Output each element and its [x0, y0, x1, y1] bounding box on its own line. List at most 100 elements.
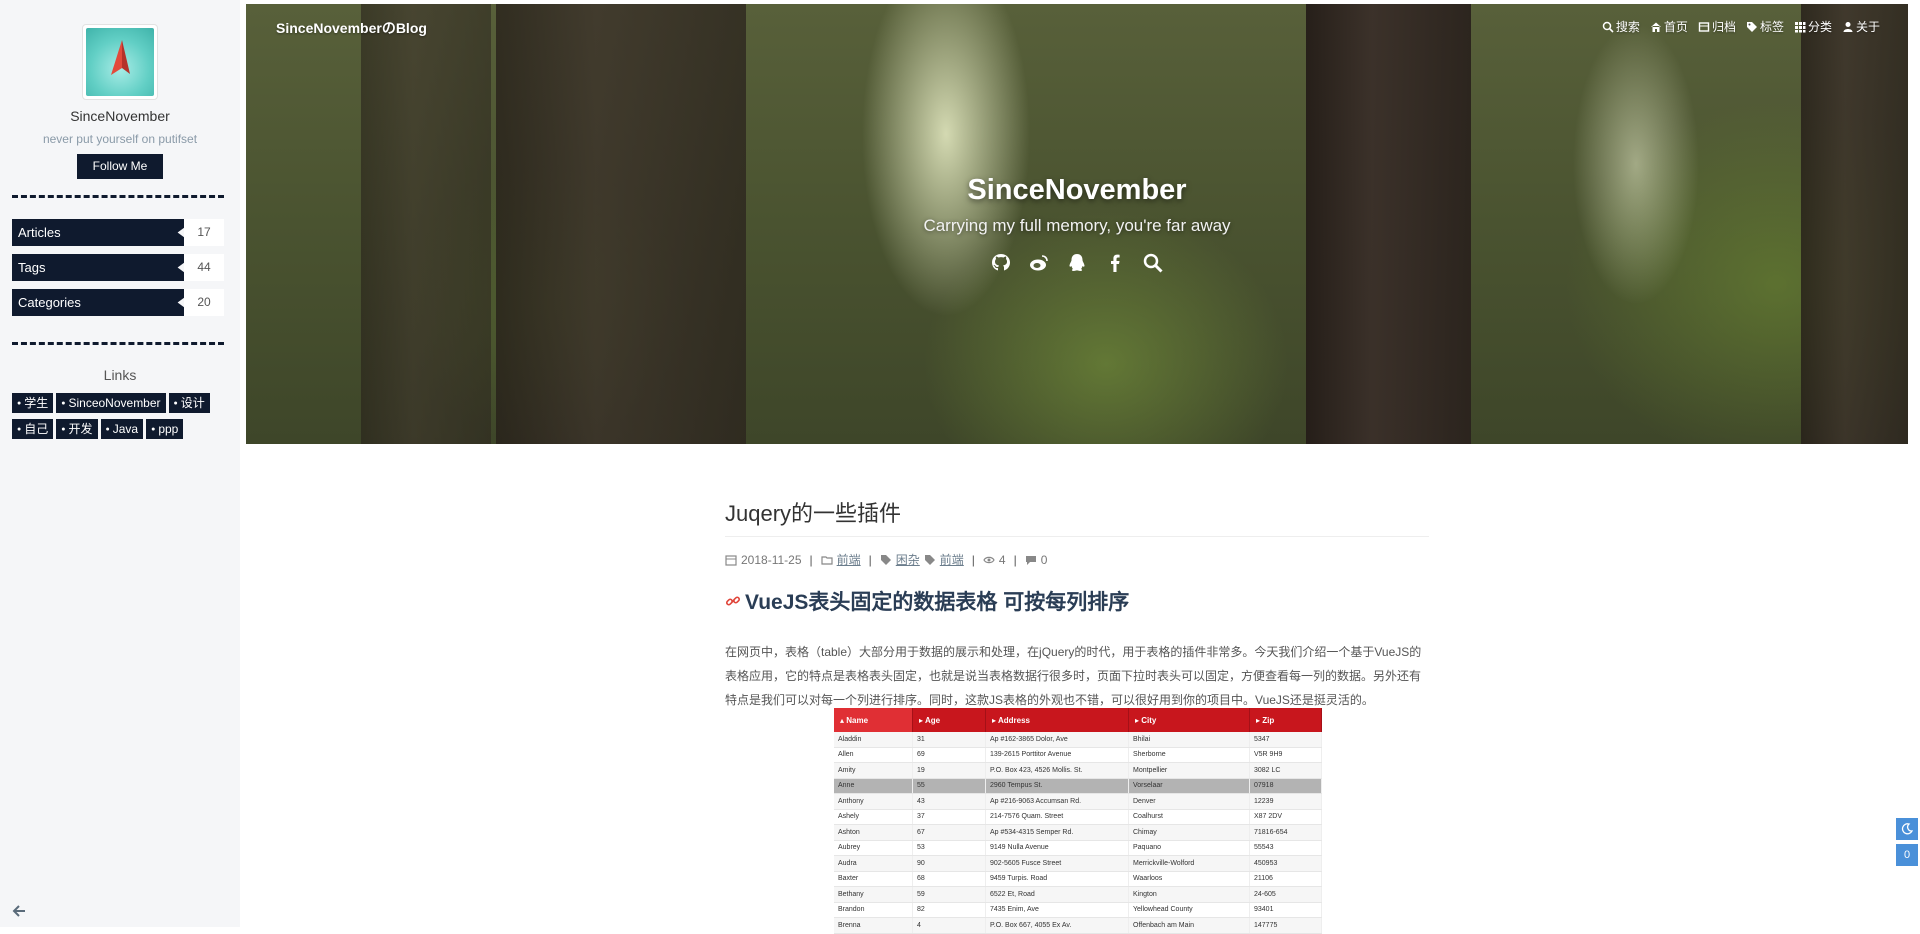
post-date: 2018-11-25 — [741, 552, 802, 567]
qq-icon[interactable] — [1066, 252, 1088, 274]
demo-table-row: Audra 90 902-5605 Fusce Street Merrickville… — [834, 855, 1322, 872]
search-icon[interactable] — [1142, 252, 1164, 274]
nav-categories[interactable]: 分类 — [1794, 18, 1832, 35]
nav-tags[interactable]: 标签 — [1746, 18, 1784, 35]
demo-table-cell: Sherborne — [1128, 747, 1250, 763]
back-to-top-button[interactable]: 0 — [1896, 844, 1918, 866]
demo-table-cell: 19 — [912, 762, 986, 779]
stat-tags-label: Tags — [12, 254, 196, 281]
demo-table-row: Ashely 37 214-7576 Quam. Street Coalhurst X8… — [834, 809, 1322, 825]
grid-icon — [1794, 21, 1806, 32]
github-icon[interactable] — [990, 252, 1012, 274]
demo-table-cell: Chimay — [1128, 824, 1250, 841]
demo-table-cell: 9149 Nulla Avenue — [985, 840, 1129, 856]
links-title: Links — [103, 367, 137, 383]
section-heading-text: VueJS表头固定的数据表格 可按每列排序 — [745, 591, 1130, 614]
link-tag[interactable]: 自己 — [12, 419, 54, 439]
demo-col-name: ▴ Name — [834, 708, 913, 732]
follow-me-button[interactable]: Follow Me — [77, 154, 163, 179]
nav-search[interactable]: 搜索 — [1602, 18, 1640, 35]
link-tag[interactable]: 开发 — [56, 419, 98, 439]
demo-table-cell: 07918 — [1249, 778, 1322, 794]
demo-table-cell: 24-605 — [1249, 886, 1322, 903]
stat-articles[interactable]: Articles 17 — [12, 219, 224, 246]
stat-articles-count: 17 — [184, 219, 224, 246]
demo-table-cell: Offenbach am Main — [1128, 917, 1250, 934]
link-tag[interactable]: ppp — [146, 419, 184, 439]
facebook-icon[interactable] — [1104, 252, 1126, 274]
avatar[interactable] — [82, 24, 158, 100]
site-author: SinceNovember — [70, 108, 170, 124]
demo-table-cell: Montpellier — [1128, 762, 1250, 779]
post-tag-link[interactable]: 困杂 — [896, 551, 920, 568]
divider — [725, 536, 1429, 537]
demo-table-image: ▴ Name ▸ Age ▸ Address ▸ City ▸ Zip Alad… — [834, 708, 1322, 934]
demo-table-row: Bethany 59 6522 Et, Road Kington 24-605 — [834, 886, 1322, 903]
collapse-sidebar-arrow-icon[interactable] — [12, 904, 26, 918]
home-icon — [1650, 22, 1661, 32]
demo-table-cell: Ap #216-9063 Accumsan Rd. — [985, 793, 1129, 810]
hero-title: SinceNovember — [967, 174, 1187, 206]
link-tag[interactable]: 设计 — [168, 393, 210, 413]
stat-tags[interactable]: Tags 44 — [12, 254, 224, 281]
demo-table-cell: 90 — [912, 855, 986, 872]
demo-table-cell: 2960 Tempus St. — [985, 778, 1129, 794]
archive-icon — [1698, 21, 1710, 32]
post-title[interactable]: Juqery的一些插件 — [725, 496, 1429, 528]
dark-mode-toggle[interactable] — [1896, 818, 1918, 840]
nav-categories-label: 分类 — [1807, 20, 1832, 34]
nav-search-label: 搜索 — [1615, 20, 1640, 34]
demo-col-address-label: Address — [997, 715, 1030, 725]
demo-table-cell: Coalhurst — [1128, 809, 1250, 825]
demo-table-cell: Aladdin — [834, 732, 913, 748]
demo-table-cell: Yellowhead County — [1128, 902, 1250, 918]
demo-table-cell: 450953 — [1249, 855, 1322, 872]
demo-table-cell: Aubrey — [834, 840, 913, 856]
link-tag[interactable]: 学生 — [12, 393, 54, 413]
site-brand[interactable]: SinceNovemberのBlog — [276, 18, 427, 38]
meta-separator: | — [971, 552, 975, 567]
demo-table-cell: 55543 — [1249, 840, 1322, 856]
post-meta: 2018-11-25 | 前端 | 困杂 前端 | 4 | 0 — [725, 551, 1429, 568]
tags-icon — [1746, 21, 1757, 32]
link-tag[interactable]: Java — [100, 419, 144, 439]
demo-table-cell: Ashton — [834, 824, 913, 841]
demo-table-cell: 93401 — [1249, 902, 1322, 918]
paper-plane-icon — [111, 40, 130, 75]
meta-separator: | — [1013, 552, 1017, 567]
search-icon — [1602, 21, 1614, 33]
demo-table: ▴ Name ▸ Age ▸ Address ▸ City ▸ Zip Alad… — [834, 708, 1322, 934]
post-tag-link[interactable]: 前端 — [940, 551, 964, 568]
nav-archive[interactable]: 归档 — [1698, 18, 1736, 35]
nav-about[interactable]: 关于 — [1842, 18, 1880, 35]
nav-home[interactable]: 首页 — [1650, 18, 1688, 35]
demo-table-cell: Audra — [834, 855, 913, 872]
demo-table-cell: 6522 Et, Road — [985, 886, 1129, 903]
demo-table-cell: Allen — [834, 747, 913, 763]
demo-col-address: ▸ Address — [985, 708, 1129, 732]
demo-table-cell: 82 — [912, 902, 986, 918]
stat-categories-count: 20 — [184, 289, 224, 316]
demo-table-cell: 55 — [912, 778, 986, 794]
stat-categories[interactable]: Categories 20 — [12, 289, 224, 316]
divider — [12, 342, 224, 345]
demo-table-cell: 139-2615 Porttitor Avenue — [985, 747, 1129, 763]
demo-table-cell: Bethany — [834, 886, 913, 903]
nav-archive-label: 归档 — [1711, 20, 1736, 34]
links-cloud: 学生SinceoNovember设计 自己开发Javappp — [12, 393, 228, 445]
demo-table-cell: Paquano — [1128, 840, 1250, 856]
demo-table-cell: Brandon — [834, 902, 913, 918]
demo-col-name-label: Name — [846, 715, 869, 725]
demo-table-cell: 53 — [912, 840, 986, 856]
post-paragraph: 在网页中，表格（table）大部分用于数据的展示和处理，在jQuery的时代，用… — [725, 645, 1422, 707]
weibo-icon[interactable] — [1028, 252, 1050, 274]
demo-table-cell: V5R 9H9 — [1249, 747, 1322, 763]
link-tag[interactable]: SinceoNovember — [56, 393, 166, 413]
tag-icon — [880, 554, 891, 565]
demo-table-cell: 59 — [912, 886, 986, 903]
post-category-link[interactable]: 前端 — [837, 551, 861, 568]
meta-separator: | — [809, 552, 813, 567]
stat-articles-label: Articles — [12, 219, 196, 246]
nav-about-label: 关于 — [1855, 20, 1880, 34]
demo-table-header-row: ▴ Name ▸ Age ▸ Address ▸ City ▸ Zip — [834, 708, 1322, 732]
